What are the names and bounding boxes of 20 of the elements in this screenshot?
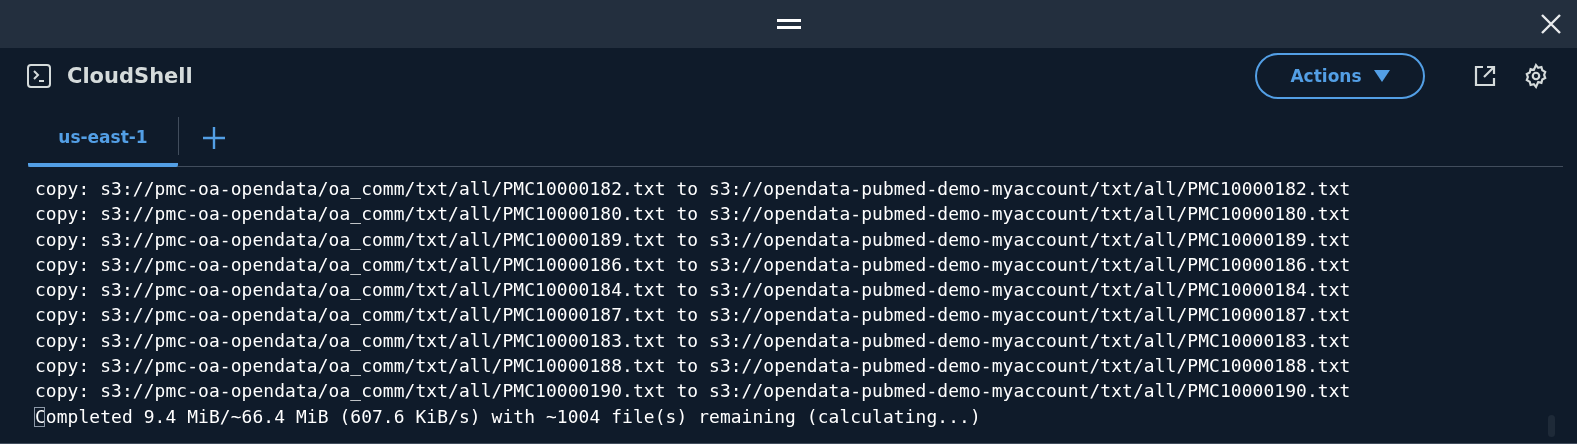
caret-icon	[1373, 70, 1390, 82]
terminal-line: copy: s3://pmc-oa-opendata/oa_comm/txt/all/PMC10000186.txt to s3://opendata-pubmed-demo-myaccount/txt/all/PMC10000186.txt	[35, 252, 1351, 277]
terminal-line: copy: s3://pmc-oa-opendata/oa_comm/txt/all/PMC10000182.txt to s3://opendata-pubmed-demo-myaccount/txt/all/PMC10000182.txt	[35, 177, 1351, 201]
region-tab[interactable]: us-east-1	[28, 111, 178, 167]
terminal-line: copy: s3://pmc-oa-opendata/oa_comm/txt/all/PMC10000183.txt to s3://opendata-pubmed-demo-myaccount/txt/all/PMC10000183.txt	[35, 328, 1351, 353]
settings-icon[interactable]	[1523, 63, 1549, 89]
terminal-line: copy: s3://pmc-oa-opendata/oa_comm/txt/all/PMC10000184.txt to s3://opendata-pubmed-demo-myaccount/txt/all/PMC10000184.txt	[35, 278, 1351, 303]
terminal-line: copy: s3://pmc-oa-opendata/oa_comm/txt/all/PMC10000188.txt to s3://opendata-pubmed-demo-myaccount/txt/all/PMC10000188.txt	[35, 354, 1351, 379]
terminal-line: Completed 9.4 MiB/~66.4 MiB (607.6 KiB/s) with ~1004 file(s) remaining (calculating...)	[35, 404, 981, 429]
add-tab-icon[interactable]	[203, 127, 225, 149]
terminal-line: copy: s3://pmc-oa-opendata/oa_comm/txt/all/PMC10000190.txt to s3://opendata-pubmed-demo-myaccount/txt/all/PMC10000190.txt	[35, 379, 1351, 404]
terminal-line: copy: s3://pmc-oa-opendata/oa_comm/txt/all/PMC10000187.txt to s3://opendata-pubmed-demo-myaccount/txt/all/PMC10000187.txt	[35, 303, 1351, 328]
close-button[interactable]	[1539, 12, 1563, 36]
terminal-line: copy: s3://pmc-oa-opendata/oa_comm/txt/all/PMC10000189.txt to s3://opendata-pubmed-demo-myaccount/txt/all/PMC10000189.txt	[35, 227, 1351, 252]
terminal-line: copy: s3://pmc-oa-opendata/oa_comm/txt/all/PMC10000180.txt to s3://opendata-pubmed-demo-myaccount/txt/all/PMC10000180.txt	[35, 202, 1351, 227]
actions-button[interactable]: Actions	[1255, 53, 1425, 99]
drag-handle-icon[interactable]	[776, 19, 801, 29]
external-link-icon[interactable]	[1473, 64, 1497, 88]
app-title: CloudShell	[67, 64, 194, 88]
terminal-icon	[27, 64, 51, 88]
